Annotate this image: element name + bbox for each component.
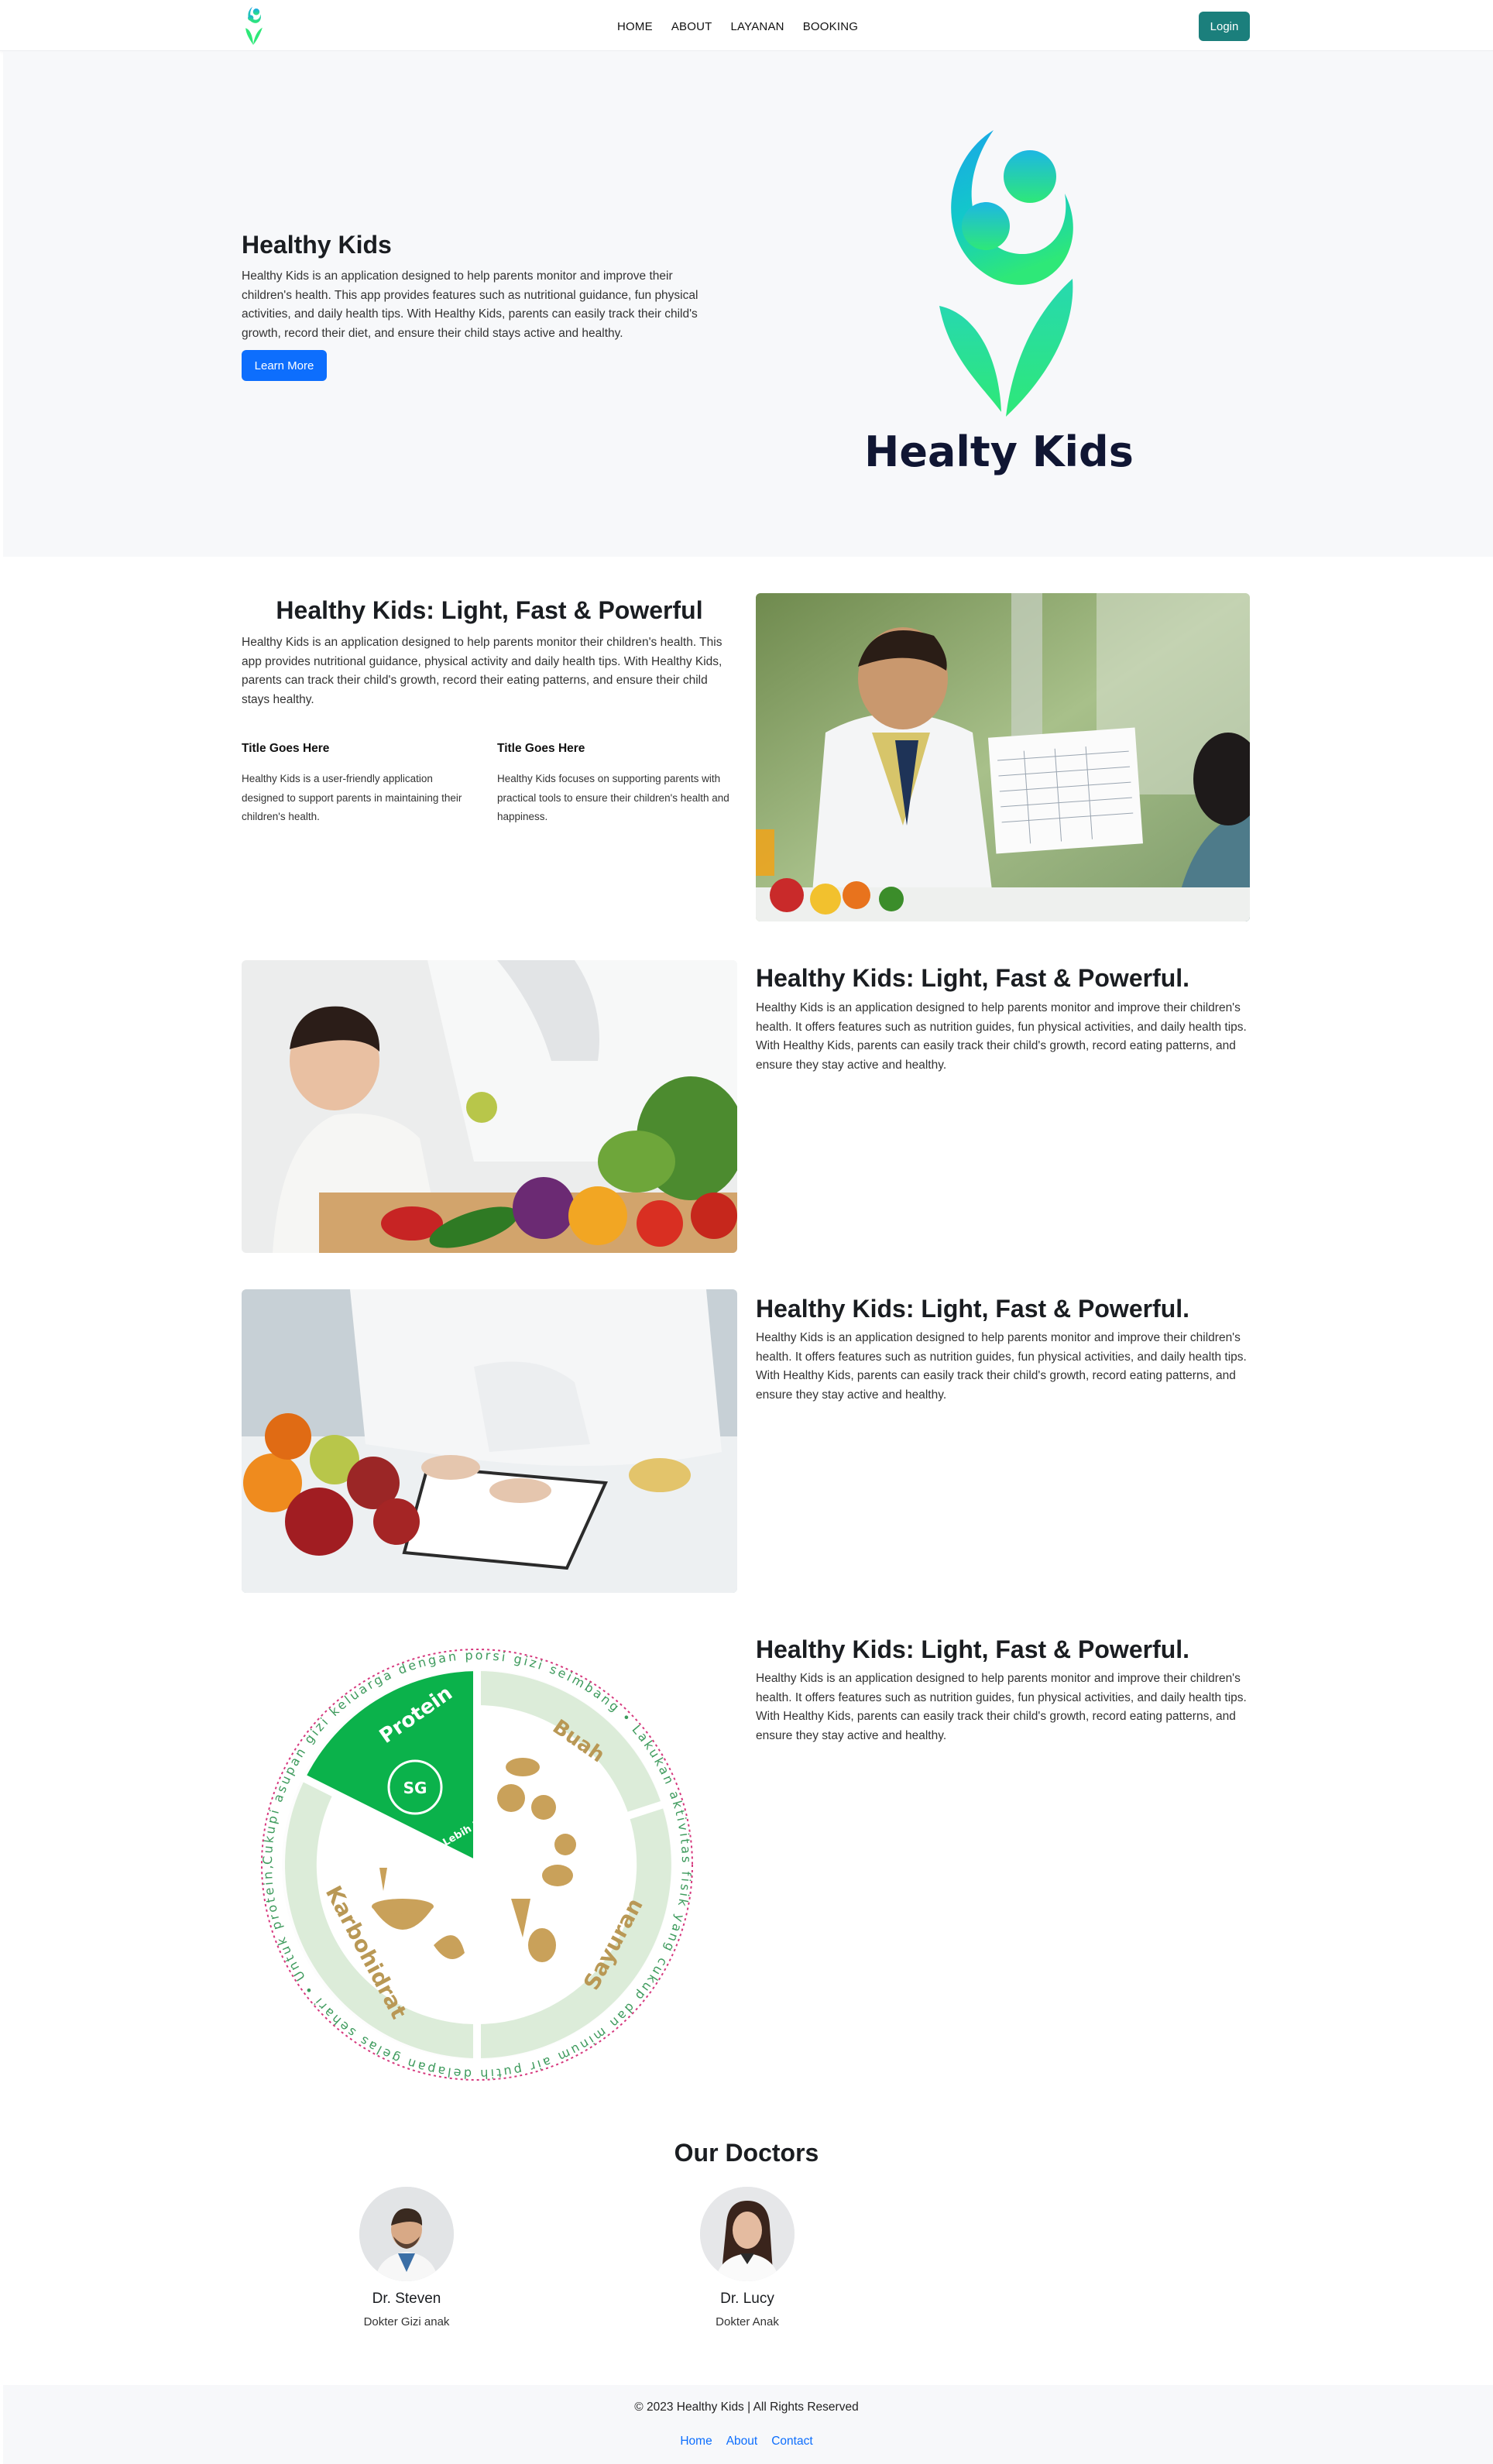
balanced-plate-infographic: Cukupi asupan gizi keluarga dengan porsi… — [249, 1632, 698, 2086]
doctor-name: Dr. Lucy — [720, 2291, 774, 2307]
feature-row-text: Healthy Kids is an application designed … — [756, 1001, 1247, 1072]
nav-home-link[interactable]: HOME — [617, 20, 653, 33]
hero-title: Healthy Kids — [242, 231, 392, 259]
doctor-avatar[interactable] — [359, 2187, 454, 2281]
feature-row-title: Healthy Kids: Light, Fast & Powerful. — [756, 964, 1190, 992]
healthy-kids-logo-icon — [939, 130, 1073, 417]
nav-layanan-link[interactable]: LAYANAN — [731, 20, 784, 33]
doctor-avatar[interactable] — [700, 2187, 795, 2281]
hero-description: Healthy Kids is an application designed … — [242, 269, 698, 340]
healthy-kids-logo-icon[interactable] — [242, 6, 265, 45]
navbar: HOME ABOUT LAYANAN BOOKING Login — [0, 0, 1493, 51]
badge-text: SG — [403, 1779, 427, 1797]
footer — [3, 2385, 1493, 2464]
feature-row-title: Healthy Kids: Light, Fast & Powerful. — [756, 1295, 1190, 1323]
footer-about-link[interactable]: About — [726, 2435, 758, 2449]
child-with-doctor-image — [242, 960, 737, 1253]
main-nav: HOME ABOUT LAYANAN BOOKING — [617, 20, 858, 33]
footer-contact-link[interactable]: Contact — [771, 2435, 812, 2449]
feature-card: Title Goes Here Healthy Kids focuses on … — [497, 742, 729, 827]
footer-nav: Home About Contact — [0, 2435, 1493, 2449]
feature-text: Healthy Kids is a user-friendly applicat… — [242, 773, 462, 822]
feature-card: Title Goes Here Healthy Kids is a user-f… — [242, 742, 474, 827]
doctor-name: Dr. Steven — [372, 2291, 441, 2307]
feature-row-text: Healthy Kids is an application designed … — [756, 1672, 1247, 1742]
footer-copyright: © 2023 Healthy Kids | All Rights Reserve… — [634, 2401, 859, 2414]
feature-title: Title Goes Here — [497, 742, 585, 755]
hero-section — [3, 51, 1493, 557]
feature-row-title: Healthy Kids: Light, Fast & Powerful. — [756, 1635, 1190, 1663]
doctor-writing-image — [242, 1289, 737, 1593]
intro-description: Healthy Kids is an application designed … — [242, 636, 722, 706]
intro-title: Healthy Kids: Light, Fast & Powerful — [276, 596, 703, 624]
doctor-role: Dokter Gizi anak — [363, 2315, 450, 2328]
login-button[interactable]: Login — [1199, 12, 1250, 41]
feature-title: Title Goes Here — [242, 742, 330, 755]
nav-booking-link[interactable]: BOOKING — [803, 20, 858, 33]
learn-more-button[interactable]: Learn More — [242, 350, 327, 381]
feature-text: Healthy Kids focuses on supporting paren… — [497, 773, 729, 822]
feature-row-text: Healthy Kids is an application designed … — [756, 1331, 1247, 1402]
footer-home-link[interactable]: Home — [680, 2435, 712, 2449]
doctor-role: Dokter Anak — [716, 2315, 779, 2328]
doctors-title: Our Doctors — [674, 2139, 819, 2167]
doctor-consultation-image — [756, 593, 1250, 921]
hero-logo-wordmark: Healty Kids — [864, 427, 1134, 476]
nav-about-link[interactable]: ABOUT — [671, 20, 712, 33]
